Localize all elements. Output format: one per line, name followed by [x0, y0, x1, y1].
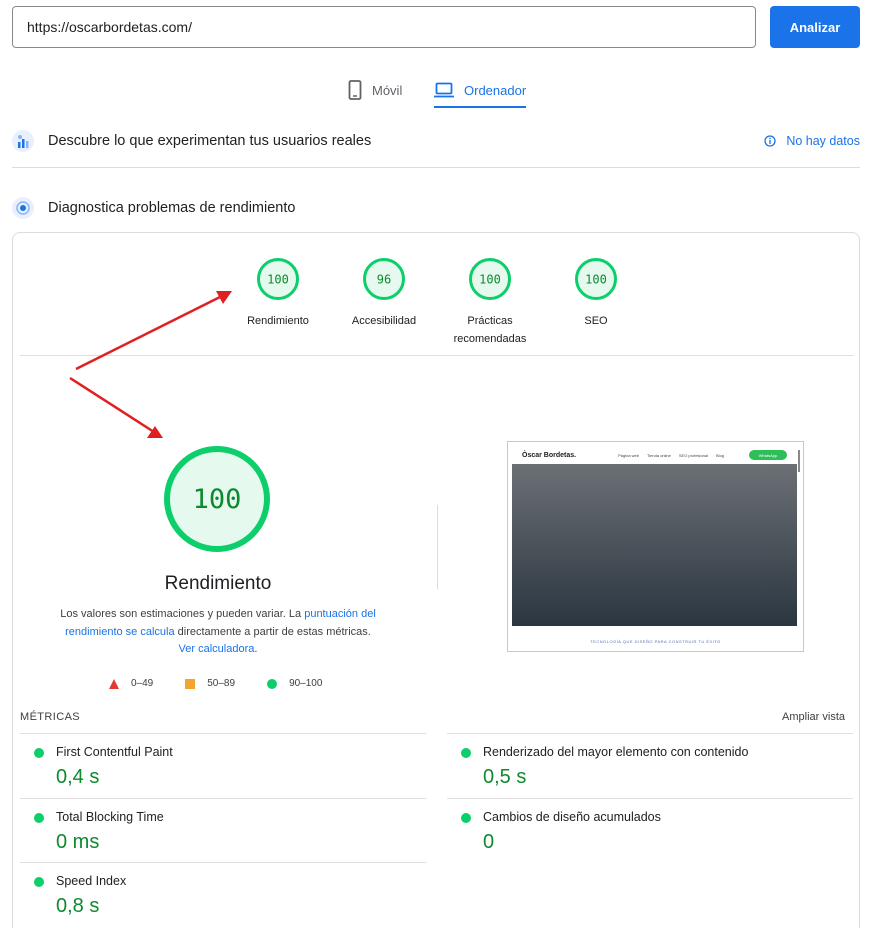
metric-value: 0,5 s — [483, 766, 527, 788]
tab-mobile-label: Móvil — [372, 82, 403, 98]
users-chart-icon — [12, 130, 34, 152]
pass-circle-icon — [461, 748, 471, 758]
expand-view-toggle[interactable]: Ampliar vista — [782, 711, 845, 723]
metric-value: 0 ms — [56, 831, 100, 853]
preview-link: SEO profesional — [678, 452, 709, 458]
pass-circle-icon — [461, 813, 471, 823]
preview-brand: Òscar Bordetas. — [522, 451, 577, 459]
score-value: 96 — [377, 273, 391, 287]
circle-icon — [267, 678, 278, 689]
tab-desktop[interactable]: Ordenador — [434, 72, 527, 108]
device-tabs: Móvil Ordenador — [0, 72, 874, 108]
url-text: https://oscarbordetas.com/ — [27, 19, 192, 35]
phone-icon — [348, 80, 362, 100]
metric-name: Total Blocking Time — [56, 810, 164, 824]
calculator-link[interactable]: Ver calculadora — [179, 643, 255, 655]
performance-title: Rendimiento — [164, 573, 272, 594]
preview-link: Blog — [716, 452, 725, 458]
metric-name: Renderizado del mayor elemento con conte… — [483, 745, 749, 759]
score-ring: 100 — [575, 258, 617, 300]
score-ring: 100 — [469, 258, 511, 300]
pass-circle-icon — [34, 813, 44, 823]
url-input[interactable]: https://oscarbordetas.com/ — [12, 6, 756, 48]
desc-text-1: Los valores son estimaciones y pueden va… — [60, 608, 305, 620]
performance-gauge: 100 — [164, 446, 270, 552]
preview-links: Página web Tienda online SEO profesional… — [618, 453, 724, 458]
preview-nav: Òscar Bordetas. Página web Tienda online… — [522, 450, 789, 460]
preview-scrollbar — [798, 450, 800, 472]
page-screenshot-preview[interactable]: Òscar Bordetas. Página web Tienda online… — [507, 441, 804, 652]
score-label-line1: Prácticas — [467, 315, 513, 327]
no-data-label: No hay datos — [786, 134, 860, 148]
metric-fcp: First Contentful Paint 0,4 s — [20, 733, 426, 798]
performance-description: Los valores son estimaciones y pueden va… — [58, 606, 378, 659]
legend-average-range: 50–89 — [207, 678, 236, 689]
legend-fail-range: 0–49 — [131, 678, 154, 689]
card-divider — [20, 355, 854, 356]
metric-value: 0,8 s — [56, 895, 100, 917]
score-ring: 100 — [257, 258, 299, 300]
legend-pass: 90–100 — [267, 678, 322, 689]
legend-fail: 0–49 — [109, 678, 153, 689]
metric-name: First Contentful Paint — [56, 745, 173, 759]
metrics-heading: MÉTRICAS — [20, 711, 81, 723]
score-label: Rendimiento — [247, 315, 309, 327]
lab-data-section: Diagnostica problemas de rendimiento — [12, 193, 860, 223]
preview-whatsapp-button: WhatsApp — [749, 450, 787, 460]
analyze-button[interactable]: Analizar — [770, 6, 860, 48]
info-icon — [764, 135, 776, 147]
metric-speed-index: Speed Index 0,8 s — [20, 862, 426, 927]
score-label: Prácticas recomendadas — [430, 312, 550, 348]
score-label: Accesibilidad — [351, 315, 417, 327]
square-icon — [185, 678, 196, 689]
field-data-title: Descubre lo que experimentan tus usuario… — [48, 133, 372, 149]
pass-circle-icon — [34, 877, 44, 887]
metric-value: 0,4 s — [56, 766, 100, 788]
metric-cls: Cambios de diseño acumulados 0 — [447, 798, 853, 863]
legend-pass-range: 90–100 — [289, 678, 323, 689]
score-gauge-seo[interactable]: 100 SEO — [536, 257, 656, 330]
score-gauge-accessibility[interactable]: 96 Accesibilidad — [324, 257, 444, 330]
metric-lcp: Renderizado del mayor elemento con conte… — [447, 733, 853, 798]
metric-name: Cambios de diseño acumulados — [483, 810, 661, 824]
preview-link: Página web — [618, 452, 639, 458]
report-card: 100 Rendimiento 96 Accesibilidad 100 Prá… — [12, 232, 860, 928]
desc-text-2: directamente a partir de estas métricas. — [174, 625, 371, 638]
performance-score-value: 100 — [193, 484, 242, 515]
score-legend: 0–49 50–89 90–100 — [109, 678, 354, 689]
preview-link: Tienda online — [647, 452, 671, 458]
score-ring: 96 — [363, 258, 405, 300]
metric-name: Speed Index — [56, 874, 127, 888]
score-gauge-performance[interactable]: 100 Rendimiento — [218, 257, 338, 330]
preview-hero-image — [512, 464, 797, 626]
tab-desktop-label: Ordenador — [464, 82, 527, 98]
lab-data-title: Diagnostica problemas de rendimiento — [48, 200, 296, 216]
diagnostics-icon — [12, 197, 34, 219]
triangle-icon — [109, 678, 119, 689]
pass-circle-icon — [34, 748, 44, 758]
score-value: 100 — [267, 273, 289, 287]
metric-value: 0 — [483, 831, 495, 853]
score-gauge-best-practices[interactable]: 100 Prácticas recomendadas — [430, 257, 550, 348]
score-value: 100 — [479, 273, 501, 287]
tab-mobile[interactable]: Móvil — [348, 72, 402, 108]
score-label: SEO — [584, 315, 608, 327]
no-data-link[interactable]: No hay datos — [764, 134, 860, 148]
desc-text-3: . — [254, 643, 258, 655]
preview-footer-text: TECNOLOGÍA QUE DISEÑO PARA CONSTRUIR TU … — [590, 639, 721, 644]
laptop-icon — [434, 82, 454, 98]
section-divider — [12, 167, 860, 168]
field-data-section: Descubre lo que experimentan tus usuario… — [12, 126, 860, 156]
score-value: 100 — [585, 273, 607, 287]
metric-tbt: Total Blocking Time 0 ms — [20, 798, 426, 863]
score-label-line2: recomendadas — [453, 333, 527, 345]
vertical-divider — [437, 505, 438, 589]
legend-average: 50–89 — [185, 678, 235, 689]
